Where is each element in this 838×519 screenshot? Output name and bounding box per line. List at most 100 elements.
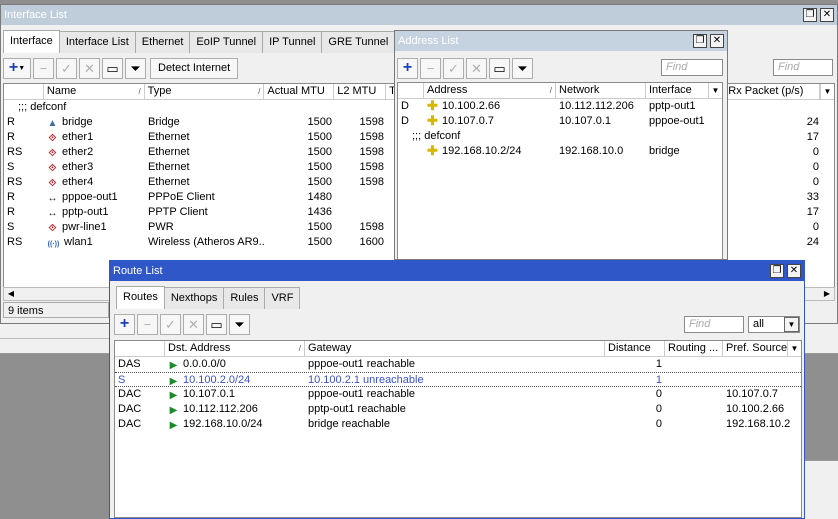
route-find-input[interactable]: Find: [684, 316, 744, 333]
type-cell: PPTP Client: [148, 206, 208, 218]
bridge-icon: ▲: [47, 118, 58, 129]
flag-column-header[interactable]: [398, 83, 424, 98]
flag-column-header[interactable]: [115, 341, 165, 356]
dst-address-value: 0.0.0.0/0: [183, 358, 226, 370]
close-button[interactable]: ✕: [820, 8, 834, 22]
address-cell: ✚ 10.107.0.7: [424, 114, 556, 129]
l2mtu-cell: [335, 190, 387, 205]
name-column-header[interactable]: Name /: [44, 84, 145, 99]
route-window-titlebar[interactable]: Route List: [110, 261, 804, 281]
dst-address-value: 10.107.0.1: [183, 388, 235, 400]
gateway-cell: bridge reachable: [308, 418, 390, 430]
add-button[interactable]: +: [397, 57, 418, 79]
enable-button[interactable]: ✓: [56, 57, 77, 79]
filter-icon: ⏷: [517, 60, 528, 76]
table-row[interactable]: DAS ▶ 0.0.0.0/0 pppoe-out1 reachable 1: [115, 357, 801, 372]
restore-button[interactable]: ❐: [803, 8, 817, 22]
name-cell: ⟐ pwr-line1: [44, 220, 145, 235]
disable-button[interactable]: ✕: [466, 57, 487, 79]
tab-nexthops[interactable]: Nexthops: [163, 287, 225, 309]
comment-button[interactable]: ▭: [489, 57, 510, 79]
tab-eoip-tunnel[interactable]: EoIP Tunnel: [189, 31, 264, 53]
type-column-header[interactable]: Type /: [145, 84, 265, 99]
mtu-cell: 1500: [307, 131, 332, 143]
add-button[interactable]: +: [114, 313, 135, 335]
comment-button[interactable]: ▭: [206, 313, 227, 335]
flag-column-header[interactable]: [4, 84, 44, 99]
address-cell: ✚ 192.168.10.2/24: [424, 144, 556, 159]
l2mtu-column-header[interactable]: L2 MTU: [334, 84, 387, 99]
columns-dropdown-icon[interactable]: ▼: [708, 83, 722, 98]
enable-button[interactable]: ✓: [443, 57, 464, 79]
mtu-column-header[interactable]: Actual MTU: [264, 84, 335, 99]
distance-cell: 0: [655, 403, 662, 415]
dst-address-column-header[interactable]: Dst. Address /: [165, 341, 305, 356]
rx-packet-cell: 17: [806, 206, 819, 218]
pref-source-cell: 10.107.0.7: [726, 388, 778, 400]
enable-button[interactable]: ✓: [160, 313, 181, 335]
column-label: Pref. Source: [726, 342, 787, 354]
table-row[interactable]: ✚ 192.168.10.2/24 192.168.10.0 bridge: [398, 144, 722, 159]
disable-button[interactable]: ✕: [79, 57, 100, 79]
table-row[interactable]: D ✚ 10.100.2.66 10.112.112.206 pptp-out1: [398, 99, 722, 114]
tab-gre-tunnel[interactable]: GRE Tunnel: [321, 31, 396, 53]
scroll-left-icon[interactable]: ◀: [4, 288, 18, 300]
tab-interface[interactable]: Interface: [3, 30, 60, 53]
tab-vrf[interactable]: VRF: [264, 287, 301, 309]
table-row[interactable]: DAC ▶ 192.168.10.0/24 bridge reachable 0 192.…: [115, 417, 801, 432]
disable-button[interactable]: ✕: [183, 313, 204, 335]
flag-cell: DAC: [118, 403, 142, 415]
plus-icon: +: [402, 59, 413, 76]
window-title: Address List: [398, 35, 459, 47]
tab-interface-list[interactable]: Interface List: [58, 31, 136, 53]
comment-button[interactable]: ▭: [102, 57, 123, 79]
tab-rules[interactable]: Rules: [223, 287, 266, 309]
table-row[interactable]: S ▶ 10.100.2.0/24 10.100.2.1 unreachable 1: [115, 372, 801, 387]
remove-button[interactable]: −: [420, 57, 441, 79]
address-window-titlebar[interactable]: Address List: [395, 31, 727, 51]
flag-cell: R: [7, 191, 15, 203]
address-column-header[interactable]: Address /: [424, 83, 556, 98]
remove-button[interactable]: −: [33, 57, 54, 79]
l2mtu-cell: 1598: [359, 146, 384, 158]
routing-cell: [665, 387, 723, 402]
tab-routes[interactable]: Routes: [116, 286, 165, 309]
table-row[interactable]: DAC ▶ 10.107.0.1 pppoe-out1 reachable 0 10.10…: [115, 387, 801, 402]
scroll-right-icon[interactable]: ▶: [820, 288, 834, 300]
table-row[interactable]: D ✚ 10.107.0.7 10.107.0.1 pppoe-out1: [398, 114, 722, 129]
network-cell: 10.107.0.1: [559, 115, 611, 127]
ethernet-icon: ⟐: [48, 163, 57, 174]
detect-internet-button[interactable]: Detect Internet: [150, 57, 239, 79]
rx-packet-column-header[interactable]: Rx Packet (p/s): [725, 84, 821, 99]
sort-icon: /: [138, 87, 141, 96]
address-find-input[interactable]: Find: [661, 59, 723, 76]
restore-button[interactable]: ❐: [693, 34, 707, 48]
network-column-header[interactable]: Network: [556, 83, 646, 98]
filter-button[interactable]: ⏷: [512, 57, 533, 79]
gateway-column-header[interactable]: Gateway: [305, 341, 605, 356]
columns-dropdown-icon[interactable]: ▼: [787, 341, 801, 356]
pref-source-cell: [723, 357, 801, 372]
filter-button[interactable]: ⏷: [125, 57, 146, 79]
close-button[interactable]: ✕: [710, 34, 724, 48]
tab-ip-tunnel[interactable]: IP Tunnel: [262, 31, 323, 53]
mtu-cell: 1500: [307, 146, 332, 158]
pref-source-column-header[interactable]: Pref. Source: [723, 341, 787, 356]
comment-icon: ▭: [106, 60, 119, 76]
dst-address-value: 10.112.112.206: [183, 403, 258, 415]
restore-button[interactable]: ❐: [770, 264, 784, 278]
interface-find-input[interactable]: Find: [773, 59, 833, 76]
remove-button[interactable]: −: [137, 313, 158, 335]
filter-dropdown-icon[interactable]: ▼: [784, 317, 799, 332]
close-button[interactable]: ✕: [787, 264, 801, 278]
interface-window-titlebar[interactable]: Interface List: [1, 5, 837, 25]
add-button[interactable]: + ▼: [3, 57, 31, 79]
tab-ethernet[interactable]: Ethernet: [134, 31, 191, 53]
routing-column-header[interactable]: Routing ...: [665, 341, 723, 356]
filter-button[interactable]: ⏷: [229, 313, 250, 335]
interface-column-header[interactable]: Interface: [646, 83, 708, 98]
table-row[interactable]: DAC ▶ 10.112.112.206 pptp-out1 reachable 0 10…: [115, 402, 801, 417]
columns-dropdown-icon[interactable]: ▼: [820, 84, 834, 99]
name-cell: ((·)) wlan1: [44, 235, 145, 250]
distance-column-header[interactable]: Distance: [605, 341, 665, 356]
